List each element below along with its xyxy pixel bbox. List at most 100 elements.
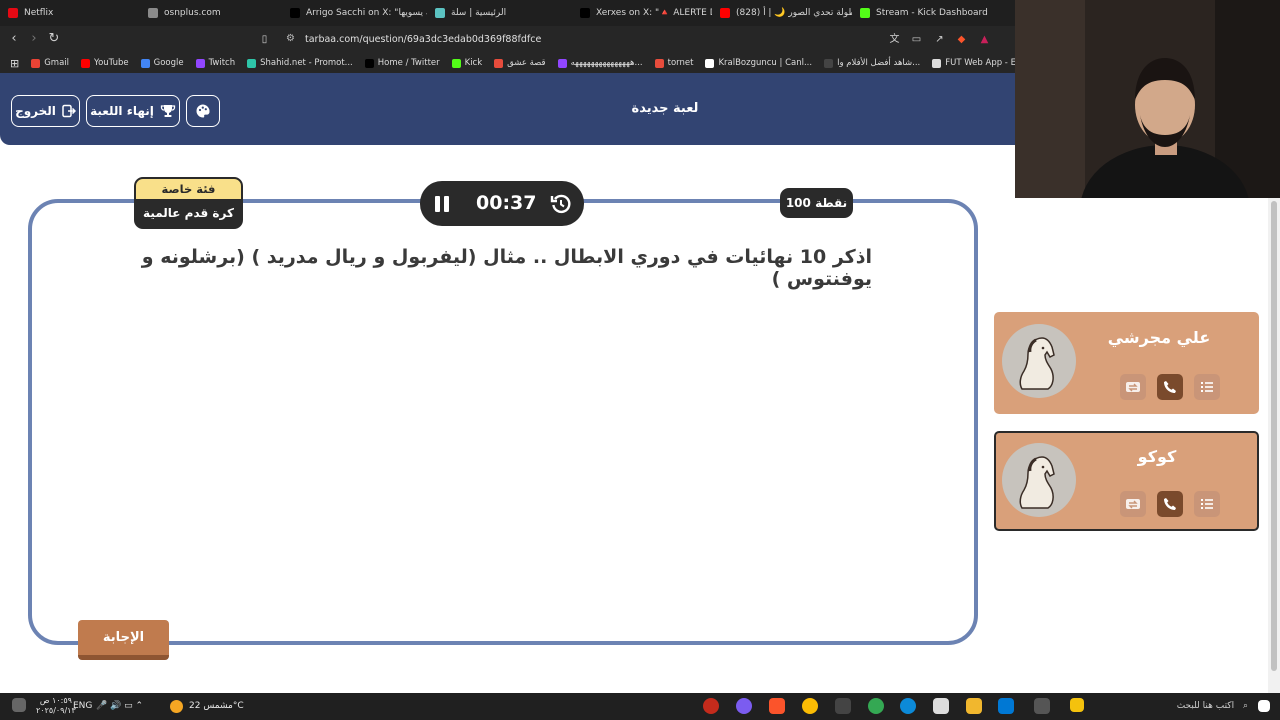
trophy-icon [160,105,176,117]
player-list-button[interactable] [1194,374,1220,400]
phone-icon [1164,381,1176,393]
bookmark-favicon-icon [824,58,834,68]
bookmark-item[interactable]: YouTube [75,58,135,68]
cast-icon[interactable]: ▭ [910,33,923,46]
weather-widget[interactable]: مشمس 22°C [170,693,244,720]
translate-icon[interactable]: 文 [888,33,901,46]
bookmark-label: Gmail [44,58,70,68]
edge-icon[interactable] [900,698,916,714]
pause-icon[interactable] [432,194,452,214]
brave-shield-icon[interactable]: ◆ [955,33,968,46]
question-text: اذكر 10 نهائيات في دوري الابطال .. مثال … [141,246,872,290]
chrome-icon-2[interactable] [802,698,818,714]
bookmark-item[interactable]: قصة عشق [488,58,551,68]
reload-icon[interactable]: ↻ [46,31,62,47]
bookmark-label: قصة عشق [507,58,546,68]
browser-tab[interactable]: osnplus.com [140,0,282,26]
notifications-icon[interactable] [12,698,26,712]
apps-icon[interactable]: ⊞ [4,57,25,70]
player-call-button[interactable] [1157,491,1183,517]
taskbar-search[interactable]: ⌕ اكتب هنا للبحث [1136,693,1248,720]
tab-favicon-icon [435,8,445,18]
swap-icon [1126,382,1140,392]
palette-icon [196,104,210,118]
chrome-icon[interactable] [868,698,884,714]
tab-title: osnplus.com [164,8,221,18]
webcam-overlay [1015,0,1280,198]
tab-title: Arrigo Sacchi on X: "عندية يسويها" [306,8,427,18]
end-game-label: إنهاء اللعبة [90,104,154,118]
bookmark-label: tornet [667,58,694,68]
share-icon[interactable]: ↗ [933,33,946,46]
bookmark-label: KralBozguncu | Canl... [718,58,813,68]
exit-button[interactable]: الخروج [11,95,80,127]
bookmark-favicon-icon [140,58,150,68]
obs-icon[interactable] [736,698,752,714]
bookmark-item[interactable]: Google [135,58,190,68]
bookmark-item[interactable]: KralBozguncu | Canl... [699,58,818,68]
bookmark-favicon-icon [195,58,205,68]
exit-icon [62,104,76,118]
tab-favicon-icon [148,8,158,18]
browser-tab[interactable]: Xerxes on X: "🔺 ALERTE DU [572,0,712,26]
end-game-button[interactable]: إنهاء اللعبة [86,95,180,127]
bookmark-item[interactable]: Home / Twitter [359,58,446,68]
site-info-icon[interactable]: ⚙ [286,33,298,45]
browser-tab[interactable]: Arrigo Sacchi on X: "عندية يسويها" [282,0,427,26]
recorder-icon[interactable] [703,698,719,714]
timer: 00:37 [420,181,584,226]
player-swap-button[interactable] [1120,374,1146,400]
page-scrollbar[interactable] [1268,196,1280,693]
file-explorer-icon[interactable] [966,698,982,714]
bookmark-label: هههههههههههههههه... [570,58,643,68]
back-icon[interactable]: ‹ [6,31,22,47]
store-icon[interactable] [933,698,949,714]
player-call-button[interactable] [1157,374,1183,400]
horse-icon [1019,337,1055,390]
app-icon[interactable] [835,698,851,714]
bookmark-favicon-icon [932,58,942,68]
tray-icons[interactable]: 🎤 🔊 ▭ ⌃ [96,693,143,720]
answer-button[interactable]: الإجابة [78,620,169,660]
weather-text: مشمس 22°C [189,701,244,711]
taskbar-search-placeholder: اكتب هنا للبحث [1176,701,1235,711]
windows-start-icon[interactable] [1258,700,1270,712]
bookmark-item[interactable]: tornet [649,58,700,68]
page-title: لعبة جديدة [631,101,699,116]
player-list-button[interactable] [1194,491,1220,517]
bookmark-favicon-icon [364,58,374,68]
outlook-icon[interactable] [998,698,1014,714]
forward-icon[interactable]: › [26,31,42,47]
clock[interactable]: ١٠:٥٩ ص ٢٠٢٥/٠٩/١٣ [36,696,76,716]
bookmark-favicon-icon [557,58,567,68]
bookmark-item[interactable]: هههههههههههههههه... [552,58,649,68]
task-view-icon[interactable] [1034,698,1050,714]
exit-label: الخروج [15,104,56,118]
browser-tab[interactable]: Netflix [0,0,140,26]
browser-tab[interactable]: الرئيسية | سلة [427,0,572,26]
bookmark-favicon-icon [31,58,41,68]
list-icon [1201,499,1213,509]
bookmark-item[interactable]: شاهد أفضل الأفلام وا... [818,58,926,68]
bookmark-item[interactable]: Kick [446,58,489,68]
browser-tab[interactable]: Stream - Kick Dashboard [852,0,997,26]
clock-date: ٢٠٢٥/٠٩/١٣ [36,706,76,715]
brave-icon[interactable] [769,698,785,714]
search-icon: ⌕ [1242,701,1248,711]
bookmark-item[interactable]: Shahid.net - Promot... [241,58,359,68]
bookmark-label: YouTube [94,58,129,68]
copilot-icon[interactable] [1070,698,1084,712]
scrollbar-thumb[interactable] [1271,201,1277,671]
bookmark-label: Shahid.net - Promot... [260,58,353,68]
bookmark-item[interactable]: Gmail [25,58,75,68]
bookmark-item[interactable]: Twitch [190,58,242,68]
palette-button[interactable] [186,95,220,127]
brave-rewards-icon[interactable]: ▲ [978,33,991,46]
browser-tab[interactable]: (828) بطولة تحدي الصور 🌙 | أ [712,0,852,26]
tab-title: Xerxes on X: "🔺 ALERTE DU [596,8,712,18]
player-swap-button[interactable] [1120,491,1146,517]
bookmark-favicon-icon [81,58,91,68]
reset-timer-icon[interactable] [550,193,572,215]
streamer-image [1015,0,1280,198]
player-avatar [1002,443,1076,517]
